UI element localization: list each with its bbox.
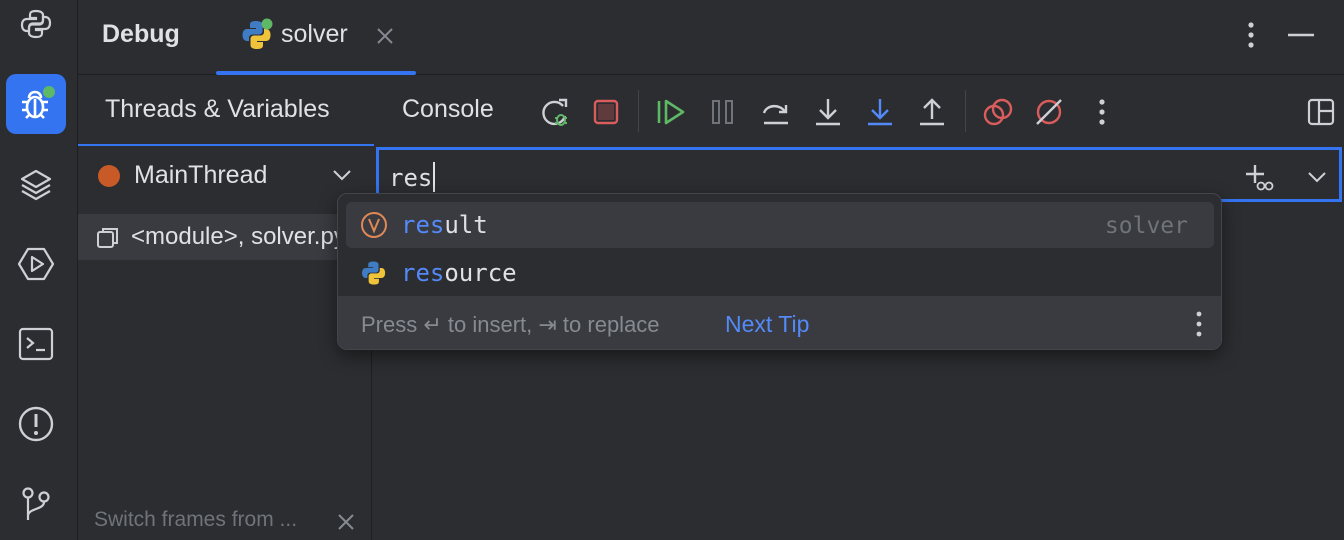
rerun-debug-icon[interactable] — [537, 94, 573, 130]
python-file-icon — [240, 18, 274, 57]
more-options-icon[interactable] — [1236, 20, 1266, 50]
resume-icon[interactable] — [653, 94, 689, 130]
tab-active-indicator — [216, 71, 416, 75]
step-out-icon[interactable] — [914, 94, 950, 130]
thread-status-icon — [98, 165, 120, 187]
terminal-icon[interactable] — [6, 314, 66, 374]
debug-icon[interactable] — [6, 74, 66, 134]
tab-threads-variables[interactable]: Threads & Variables — [105, 95, 330, 124]
step-over-icon[interactable] — [758, 94, 794, 130]
problems-icon[interactable] — [6, 394, 66, 454]
debug-header: Debug solver — [78, 0, 1344, 75]
toolbar-separator — [965, 90, 966, 132]
close-tip-icon[interactable] — [337, 513, 355, 536]
tab-solver-label: solver — [281, 20, 348, 48]
completion-item-resource[interactable]: resource — [346, 250, 1214, 296]
python-console-icon[interactable] — [6, 0, 66, 54]
step-into-my-code-icon[interactable] — [862, 94, 898, 130]
completion-item-name: resource — [401, 259, 517, 287]
completion-item-result[interactable]: result solver — [346, 202, 1214, 248]
step-into-icon[interactable] — [810, 94, 846, 130]
variable-icon — [360, 211, 388, 239]
activity-bar — [0, 0, 78, 540]
thread-selector[interactable]: MainThread — [78, 144, 374, 204]
completion-item-location: solver — [1104, 213, 1188, 239]
completion-hint: Press ↵ to insert, ⇥ to replace — [361, 312, 660, 337]
layout-settings-icon[interactable] — [1303, 94, 1339, 130]
tool-window-title: Debug — [102, 20, 180, 48]
layers-icon[interactable] — [6, 154, 66, 214]
completion-popup: result solver resource Press ↵ to insert… — [337, 193, 1222, 350]
frame-label: <module>, solver.py:1 — [131, 223, 366, 250]
debug-toolbar: Threads & Variables Console — [78, 76, 1344, 144]
evaluate-expression-text: res — [389, 162, 436, 192]
switch-frames-tip: Switch frames from ... — [94, 508, 298, 531]
pause-icon[interactable] — [705, 94, 741, 130]
close-icon[interactable] — [376, 27, 394, 50]
python-module-icon — [360, 259, 388, 287]
thread-name: MainThread — [134, 161, 268, 189]
frame-row[interactable]: <module>, solver.py:1 — [78, 214, 372, 260]
frame-icon — [96, 226, 120, 255]
stop-icon[interactable] — [588, 94, 624, 130]
next-tip-link[interactable]: Next Tip — [725, 311, 809, 338]
services-icon[interactable] — [6, 234, 66, 294]
completion-options-icon[interactable] — [1195, 310, 1203, 343]
completion-footer: Press ↵ to insert, ⇥ to replace Next Tip — [338, 296, 1221, 349]
add-to-watches-icon[interactable] — [1244, 163, 1274, 196]
git-branch-icon[interactable] — [6, 474, 66, 534]
history-dropdown-icon[interactable] — [1307, 170, 1327, 189]
view-breakpoints-icon[interactable] — [980, 94, 1016, 130]
more-actions-icon[interactable] — [1084, 94, 1120, 130]
toolbar-separator — [638, 90, 639, 132]
minimize-icon[interactable] — [1286, 20, 1316, 50]
tab-console[interactable]: Console — [402, 95, 494, 124]
mute-breakpoints-icon[interactable] — [1031, 94, 1067, 130]
tab-solver[interactable]: solver — [216, 0, 416, 75]
completion-item-name: result — [401, 211, 488, 239]
chevron-down-icon — [332, 168, 352, 187]
